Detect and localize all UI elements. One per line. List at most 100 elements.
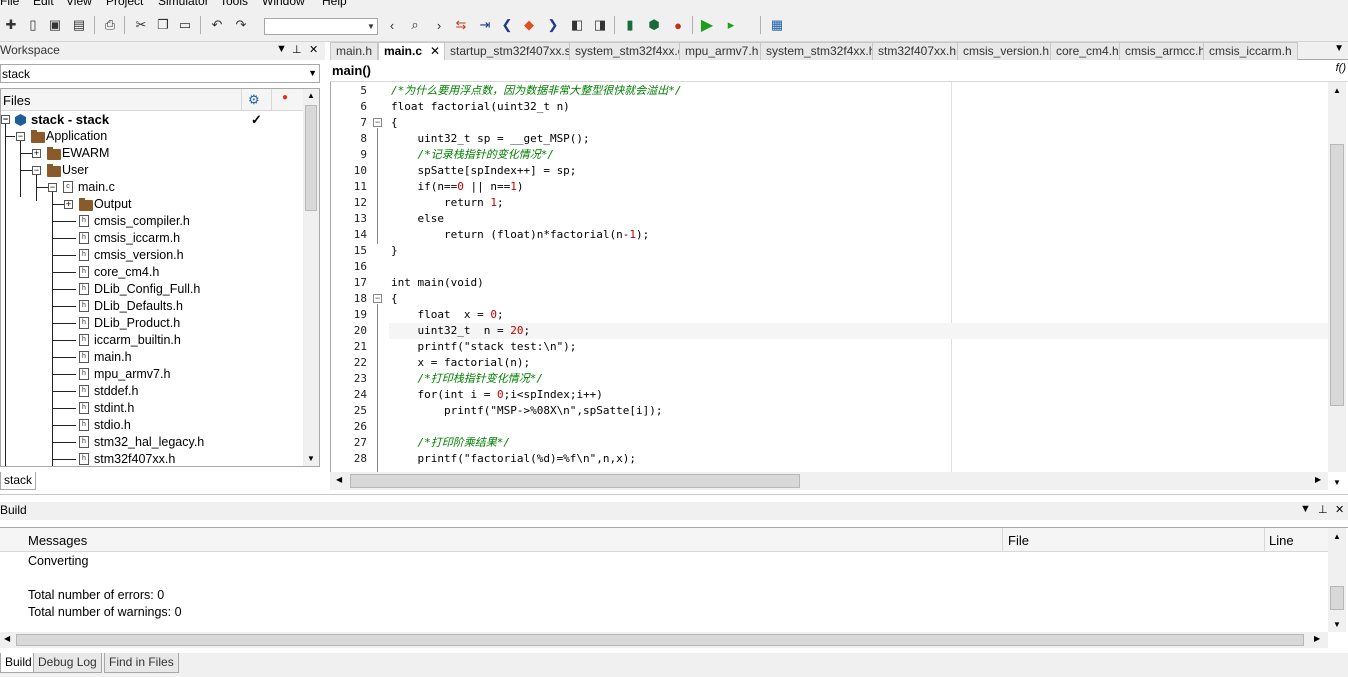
menu-tools[interactable]: Tools bbox=[220, 0, 248, 8]
scroll-up-icon[interactable]: ▲ bbox=[1333, 86, 1341, 95]
menu-file[interactable]: File bbox=[0, 0, 19, 8]
chevron-down-icon[interactable]: ▼ bbox=[365, 19, 377, 34]
pin-icon[interactable]: ⊥ bbox=[292, 43, 302, 56]
collapse-icon[interactable]: − bbox=[32, 166, 41, 175]
scroll-down-icon[interactable]: ▼ bbox=[307, 454, 315, 463]
search-icon[interactable]: ⌕ bbox=[406, 16, 424, 34]
scroll-up-icon[interactable]: ▲ bbox=[307, 91, 315, 100]
expand-icon[interactable]: + bbox=[32, 149, 41, 158]
tree-item-file[interactable]: h cmsis_compiler.h bbox=[1, 213, 303, 230]
print-icon[interactable]: ⎙ bbox=[101, 16, 119, 34]
tree-item-file[interactable]: h stm32f407xx.h bbox=[1, 451, 303, 466]
tree-item-file[interactable]: h core_cm4.h bbox=[1, 264, 303, 281]
scroll-left-icon[interactable]: ◀ bbox=[4, 634, 10, 643]
save-icon[interactable]: ▣ bbox=[46, 16, 64, 34]
editor-vscroll-thumb[interactable] bbox=[1330, 144, 1344, 406]
tab-system-c[interactable]: system_stm32f4xx.c bbox=[569, 42, 690, 60]
close-icon[interactable]: ✕ bbox=[309, 43, 318, 56]
find-combo[interactable]: ▼ bbox=[264, 18, 378, 35]
tree-item-file[interactable]: h cmsis_iccarm.h bbox=[1, 230, 303, 247]
cut-icon[interactable]: ✂ bbox=[132, 16, 150, 34]
scroll-down-icon[interactable]: ▼ bbox=[1333, 620, 1341, 629]
tree-item-file[interactable]: h main.h bbox=[1, 349, 303, 366]
build-vscroll-thumb[interactable] bbox=[1330, 586, 1344, 610]
compile-icon[interactable]: ▮ bbox=[621, 16, 639, 34]
new-workspace-icon[interactable]: ✚ bbox=[2, 16, 20, 34]
stop-build-icon[interactable]: ● bbox=[669, 16, 687, 34]
tree-item-file[interactable]: h stddef.h bbox=[1, 383, 303, 400]
collapse-icon[interactable]: − bbox=[48, 183, 57, 192]
tab-system-h[interactable]: system_stm32f4xx.h bbox=[760, 42, 882, 60]
gear-icon[interactable]: ⚙ bbox=[248, 92, 260, 108]
panel-menu-icon[interactable]: ▼ bbox=[1300, 503, 1311, 515]
menu-project[interactable]: Project bbox=[106, 0, 143, 8]
tab-cmsis-armcc[interactable]: cmsis_armcc.h bbox=[1119, 42, 1212, 60]
column-messages[interactable]: Messages bbox=[28, 533, 87, 548]
scroll-right-icon[interactable]: ▶ bbox=[1315, 475, 1321, 484]
tab-core-cm4[interactable]: core_cm4.h bbox=[1050, 42, 1125, 60]
menu-window[interactable]: Window bbox=[262, 0, 305, 8]
function-list-icon[interactable]: f() bbox=[1336, 62, 1346, 74]
close-icon[interactable]: ✕ bbox=[1335, 503, 1344, 516]
tab-stm32[interactable]: stm32f407xx.h bbox=[872, 42, 963, 60]
paste-icon[interactable]: ▭ bbox=[176, 16, 194, 34]
goto-line-icon[interactable]: ⇥ bbox=[476, 16, 494, 34]
tab-cmsis-version[interactable]: cmsis_version.h bbox=[957, 42, 1056, 60]
fold-collapse-icon[interactable]: − bbox=[373, 294, 382, 303]
collapse-icon[interactable]: − bbox=[16, 132, 25, 141]
toggle-bookmark-icon[interactable]: ◆ bbox=[520, 16, 538, 34]
scroll-left-icon[interactable]: ◀ bbox=[336, 475, 342, 484]
column-line[interactable]: Line bbox=[1269, 533, 1294, 548]
editor-horizontal-scrollbar[interactable]: ◀ ▶ bbox=[330, 472, 1328, 490]
files-scrollbar[interactable]: ▲ ▼ bbox=[303, 89, 319, 466]
build-vertical-scrollbar[interactable]: ▲ ▼ bbox=[1328, 528, 1346, 632]
tree-item-file[interactable]: h stdint.h bbox=[1, 400, 303, 417]
find-next-icon[interactable]: › bbox=[430, 16, 448, 34]
close-icon[interactable]: ✕ bbox=[430, 44, 440, 58]
build-hscroll-thumb[interactable] bbox=[16, 634, 1304, 646]
tree-item-project[interactable]: − stack - stack ✓ bbox=[1, 111, 303, 128]
build-horizontal-scrollbar[interactable]: ◀ ▶ bbox=[0, 632, 1328, 648]
panel-menu-icon[interactable]: ▼ bbox=[276, 43, 287, 55]
editor-vertical-scrollbar[interactable]: ▲ ▼ bbox=[1328, 82, 1346, 487]
chevron-down-icon[interactable]: ▼ bbox=[308, 68, 317, 78]
tree-item-file[interactable]: − c main.c bbox=[1, 179, 303, 196]
workspace-config-select[interactable]: stack ▼ bbox=[0, 64, 320, 83]
tree-item-file[interactable]: h iccarm_builtin.h bbox=[1, 332, 303, 349]
tab-find-in-files[interactable]: Find in Files bbox=[104, 653, 179, 673]
code-editor[interactable]: 5 /*为什么要用浮点数，因为数据非常大整型很快就会溢出*/ 6 float fact… bbox=[330, 82, 1328, 472]
tab-debug-log[interactable]: Debug Log bbox=[33, 653, 102, 673]
workspace-tab-stack[interactable]: stack bbox=[0, 472, 36, 490]
tree-item-file[interactable]: h cmsis_version.h bbox=[1, 247, 303, 264]
tab-build[interactable]: Build bbox=[0, 653, 37, 673]
scroll-right-icon[interactable]: ▶ bbox=[1314, 634, 1320, 643]
expand-icon[interactable]: + bbox=[64, 200, 73, 209]
tree-item-folder[interactable]: + EWARM bbox=[1, 145, 303, 162]
scroll-up-icon[interactable]: ▲ bbox=[1333, 532, 1341, 541]
editor-hscroll-thumb[interactable] bbox=[350, 474, 800, 488]
tree-item-file[interactable]: h mpu_armv7.h bbox=[1, 366, 303, 383]
tree-item-file[interactable]: h stm32_hal_legacy.h bbox=[1, 434, 303, 451]
tree-item-folder[interactable]: − Application bbox=[1, 128, 303, 145]
fold-collapse-icon[interactable]: − bbox=[373, 118, 382, 127]
tabs-menu-icon[interactable]: ▼ bbox=[1334, 43, 1344, 54]
tab-main-h[interactable]: main.h bbox=[330, 42, 379, 60]
tree-item-file[interactable]: h DLib_Config_Full.h bbox=[1, 281, 303, 298]
column-file[interactable]: File bbox=[1008, 533, 1029, 548]
tab-startup[interactable]: startup_stm32f407xx.s bbox=[444, 42, 577, 60]
menu-help[interactable]: Help bbox=[322, 0, 347, 8]
replace-icon[interactable]: ⇆ bbox=[452, 16, 470, 34]
save-all-icon[interactable]: ▤ bbox=[70, 16, 88, 34]
tab-mpu[interactable]: mpu_armv7.h bbox=[679, 42, 765, 60]
redo-icon[interactable]: ↷ bbox=[232, 16, 250, 34]
pin-icon[interactable]: ⊥ bbox=[1318, 503, 1328, 516]
undo-icon[interactable]: ↶ bbox=[208, 16, 226, 34]
navigate-forward-icon[interactable]: ❯ bbox=[544, 16, 562, 34]
collapse-icon[interactable]: − bbox=[1, 115, 10, 124]
make-icon[interactable]: ⬢ bbox=[645, 16, 663, 34]
toolbar-options-icon[interactable]: ▦ bbox=[768, 16, 786, 34]
tree-item-folder[interactable]: − User bbox=[1, 162, 303, 179]
tab-main-c[interactable]: main.c ✕ bbox=[378, 42, 447, 61]
menu-edit[interactable]: Edit bbox=[33, 0, 54, 8]
tree-item-file[interactable]: h DLib_Defaults.h bbox=[1, 298, 303, 315]
